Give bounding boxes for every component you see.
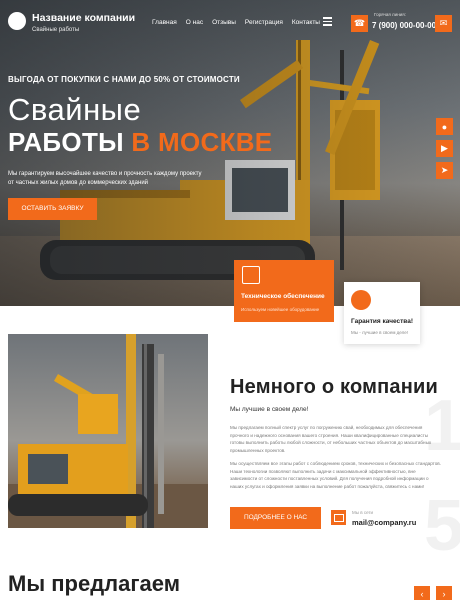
hero-title-orange: В МОСКВЕ	[131, 127, 273, 157]
mail-icon[interactable]	[331, 510, 346, 525]
hero-title-white: РАБОТЫ	[8, 127, 132, 157]
hero-tagline: ВЫГОДА ОТ ПОКУПКИ С НАМИ ДО 50% ОТ СТОИМ…	[8, 75, 240, 84]
telegram-icon[interactable]: ➤	[436, 162, 453, 179]
about-paragraph: Мы осуществляем все этапы работ с соблюд…	[230, 461, 441, 489]
quality-badge-icon	[351, 290, 371, 310]
mail-label: Мы в сети	[352, 510, 374, 515]
mail-address[interactable]: mail@company.ru	[352, 518, 416, 527]
nav-item-reviews[interactable]: Отзывы	[212, 19, 236, 26]
feature-subtitle: Используем новейшее оборудование	[241, 307, 320, 312]
menu-icon[interactable]	[323, 17, 332, 26]
feature-title: Техническое обеспечение	[241, 293, 325, 300]
hero-description: Мы гарантируем высочайшее качество и про…	[8, 171, 202, 186]
about-paragraph: Мы предлагаем полный спектр услуг по пог…	[230, 425, 432, 453]
phone-number[interactable]: 7 (900) 000-00-00	[372, 21, 436, 30]
top-header: Название компании Свайные работы Главная…	[0, 0, 460, 48]
equipment-icon	[242, 266, 260, 284]
nav-item-contacts[interactable]: Контакты	[292, 19, 320, 26]
hero-title-line2: РАБОТЫ В МОСКВЕ	[8, 127, 272, 158]
nav-item-about[interactable]: О нас	[186, 19, 203, 26]
prev-arrow-icon[interactable]: ‹	[414, 586, 430, 600]
feature-card-quality[interactable]: Гарантия качества! Мы - лучшие в своем д…	[344, 282, 420, 344]
viber-icon[interactable]: ✉	[435, 15, 452, 32]
main-nav: Главная О нас Отзывы Регистрация Контакт…	[152, 19, 320, 26]
logo-icon[interactable]	[8, 12, 26, 30]
pile-driver-photo	[8, 334, 208, 528]
offer-title: Мы предлагаем	[8, 571, 180, 596]
nav-item-home[interactable]: Главная	[152, 19, 177, 26]
phone-label: Горячая линия:	[374, 12, 406, 17]
phone-icon[interactable]: ☎	[351, 15, 368, 32]
about-more-button[interactable]: ПОДРОБНЕЕ О НАС	[230, 507, 321, 529]
feature-title: Гарантия качества!	[351, 318, 414, 325]
youtube-icon[interactable]: ▶	[436, 140, 453, 157]
next-arrow-icon[interactable]: ›	[436, 586, 452, 600]
feature-card-tech[interactable]: Техническое обеспечение Используем новей…	[234, 260, 334, 322]
order-button[interactable]: ОСТАВИТЬ ЗАЯВКУ	[8, 198, 97, 220]
feature-subtitle: Мы - лучшие в своем деле!	[351, 330, 409, 335]
nav-item-register[interactable]: Регистрация	[245, 19, 283, 26]
company-tagline: Свайные работы	[32, 27, 80, 33]
company-name[interactable]: Название компании	[32, 12, 135, 24]
about-photo	[8, 334, 208, 528]
vk-icon[interactable]: ●	[436, 118, 453, 135]
hero-title-line1: Свайные	[8, 92, 142, 127]
about-title: Немного о компании	[230, 376, 438, 398]
svg-text:5: 5	[424, 486, 460, 566]
about-subtitle: Мы лучшие в своем деле!	[230, 406, 309, 413]
